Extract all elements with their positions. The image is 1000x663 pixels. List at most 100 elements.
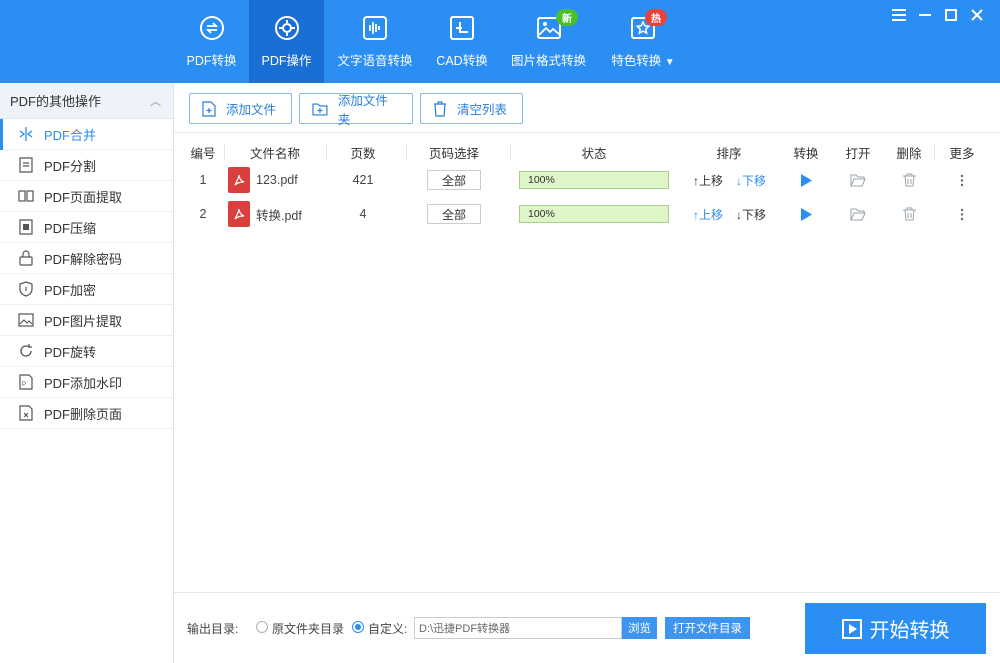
tab-label: PDF操作 xyxy=(261,54,312,68)
move-down-link[interactable]: ↓下移 xyxy=(734,165,768,195)
tab-label: CAD转换 xyxy=(436,54,488,68)
trash-icon[interactable] xyxy=(899,199,919,229)
table-row: 2 转换.pdf 4 全部 100% ↑上移 ↓下移 xyxy=(188,199,988,229)
table-row: 1 123.pdf 421 全部 100% ↑上移 ↓下移 xyxy=(188,165,988,195)
sidebar-item-label: PDF压缩 xyxy=(44,220,97,236)
convert-icon xyxy=(199,16,224,40)
new-badge: 新 xyxy=(556,9,578,26)
tab-special-convert[interactable]: 热 特色转换 ▼ xyxy=(599,0,687,83)
add-file-icon xyxy=(202,100,216,117)
pdf-file-icon xyxy=(227,165,251,195)
start-convert-button[interactable]: 开始转换 xyxy=(805,603,986,654)
clear-list-button[interactable]: 清空列表 xyxy=(420,93,523,124)
open-dir-button[interactable]: 打开文件目录 xyxy=(665,617,750,639)
sidebar-item-label: PDF删除页面 xyxy=(44,406,123,422)
progress-bar: 100% xyxy=(519,171,669,189)
move-up-link[interactable]: ↑上移 xyxy=(691,165,725,195)
sidebar-header[interactable]: PDF的其他操作 ︿ xyxy=(0,83,173,119)
sidebar-item-watermark[interactable]: P PDF添加水印 xyxy=(0,367,173,398)
maximize-icon[interactable] xyxy=(942,6,960,24)
output-path-input[interactable] xyxy=(414,617,622,639)
split-icon xyxy=(18,157,34,173)
sidebar-item-delete-page[interactable]: PDF删除页面 xyxy=(0,398,173,429)
merge-icon xyxy=(18,126,34,142)
add-folder-icon xyxy=(312,102,328,116)
app-header: PDF转换 PDF操作 文字语音转换 CAD转换 新 图片格式转换 热 特色转换… xyxy=(0,0,1000,83)
page-select-button[interactable]: 全部 xyxy=(427,170,481,190)
menu-icon[interactable] xyxy=(890,6,908,24)
tab-label: PDF转换 xyxy=(186,54,237,68)
header-separator xyxy=(510,144,511,160)
page-select-button[interactable]: 全部 xyxy=(427,204,481,224)
sidebar-item-label: PDF添加水印 xyxy=(44,375,123,391)
page-extract-icon xyxy=(18,188,34,204)
sidebar-item-compress[interactable]: PDF压缩 xyxy=(0,212,173,243)
browse-button[interactable]: 浏览 xyxy=(622,617,657,639)
sidebar-item-split[interactable]: PDF分割 xyxy=(0,150,173,181)
hot-badge: 热 xyxy=(645,9,667,26)
move-up-label: ↑上移 xyxy=(692,207,723,222)
sidebar-item-label: PDF页面提取 xyxy=(44,189,123,205)
radio-original-dir[interactable] xyxy=(256,621,268,633)
add-folder-button[interactable]: 添加文件夹 xyxy=(299,93,413,127)
tab-text-voice[interactable]: 文字语音转换 xyxy=(324,0,426,83)
sidebar-item-image-extract[interactable]: PDF图片提取 xyxy=(0,305,173,336)
output-dir-label: 输出目录: xyxy=(187,622,239,636)
clear-list-label: 清空列表 xyxy=(457,103,508,117)
header-separator xyxy=(934,144,935,160)
close-icon[interactable] xyxy=(968,6,986,24)
move-up-link[interactable]: ↑上移 xyxy=(691,199,725,229)
sidebar-title: PDF的其他操作 xyxy=(10,94,102,109)
more-icon[interactable] xyxy=(952,165,972,195)
trash-icon xyxy=(434,100,446,117)
minimize-icon[interactable] xyxy=(916,6,934,24)
tab-pdf-convert[interactable]: PDF转换 xyxy=(174,0,249,83)
row-no: 2 xyxy=(199,207,207,221)
header-open: 打开 xyxy=(845,146,871,161)
header-no: 编号 xyxy=(190,146,216,161)
progress-bar: 100% xyxy=(519,205,669,223)
sidebar-item-label: PDF旋转 xyxy=(44,344,97,360)
trash-icon[interactable] xyxy=(899,165,919,195)
gear-icon xyxy=(274,16,299,40)
main-nav: PDF转换 PDF操作 文字语音转换 CAD转换 新 图片格式转换 热 特色转换… xyxy=(174,0,687,83)
sidebar-item-encrypt[interactable]: PDF加密 xyxy=(0,274,173,305)
radio-custom-dir[interactable] xyxy=(352,621,364,633)
sidebar-item-merge[interactable]: PDF合并 xyxy=(0,119,173,150)
add-file-button[interactable]: 添加文件 xyxy=(189,93,292,124)
sidebar-item-page-extract[interactable]: PDF页面提取 xyxy=(0,181,173,212)
window-controls xyxy=(890,6,986,24)
sidebar-item-rotate[interactable]: PDF旋转 xyxy=(0,336,173,367)
tab-pdf-operation[interactable]: PDF操作 xyxy=(249,0,324,83)
add-folder-label: 添加文件夹 xyxy=(337,93,388,127)
compress-icon xyxy=(18,219,34,235)
folder-open-icon[interactable] xyxy=(848,199,868,229)
more-icon[interactable] xyxy=(952,199,972,229)
move-down-link[interactable]: ↓下移 xyxy=(734,199,768,229)
tab-label: 图片格式转换 xyxy=(510,54,586,68)
tab-image-convert[interactable]: 新 图片格式转换 xyxy=(498,0,599,83)
move-up-label: ↑上移 xyxy=(692,173,723,188)
play-icon[interactable] xyxy=(796,165,816,195)
dropdown-caret-icon: ▼ xyxy=(664,57,675,68)
shield-icon xyxy=(18,281,34,297)
sidebar-item-unlock[interactable]: PDF解除密码 xyxy=(0,243,173,274)
pdf-file-icon xyxy=(227,199,251,229)
header-pages: 页数 xyxy=(350,146,376,161)
row-file-name: 转换.pdf xyxy=(256,208,302,223)
start-label: 开始转换 xyxy=(869,620,950,642)
sidebar-item-label: PDF分割 xyxy=(44,158,97,174)
header-status: 状态 xyxy=(581,146,607,161)
tab-cad-convert[interactable]: CAD转换 xyxy=(426,0,498,83)
sidebar-item-label: PDF合并 xyxy=(44,127,97,143)
row-no: 1 xyxy=(199,173,207,187)
toolbar: 添加文件 添加文件夹 清空列表 xyxy=(174,83,1000,133)
audio-wave-icon xyxy=(363,16,387,40)
header-more: 更多 xyxy=(949,146,975,161)
play-icon[interactable] xyxy=(796,199,816,229)
page-select-wrap: 全部 xyxy=(427,165,481,195)
move-down-label: ↓下移 xyxy=(735,173,766,188)
radio-custom-label: 自定义: xyxy=(368,622,408,636)
cad-icon xyxy=(450,16,474,40)
folder-open-icon[interactable] xyxy=(848,165,868,195)
